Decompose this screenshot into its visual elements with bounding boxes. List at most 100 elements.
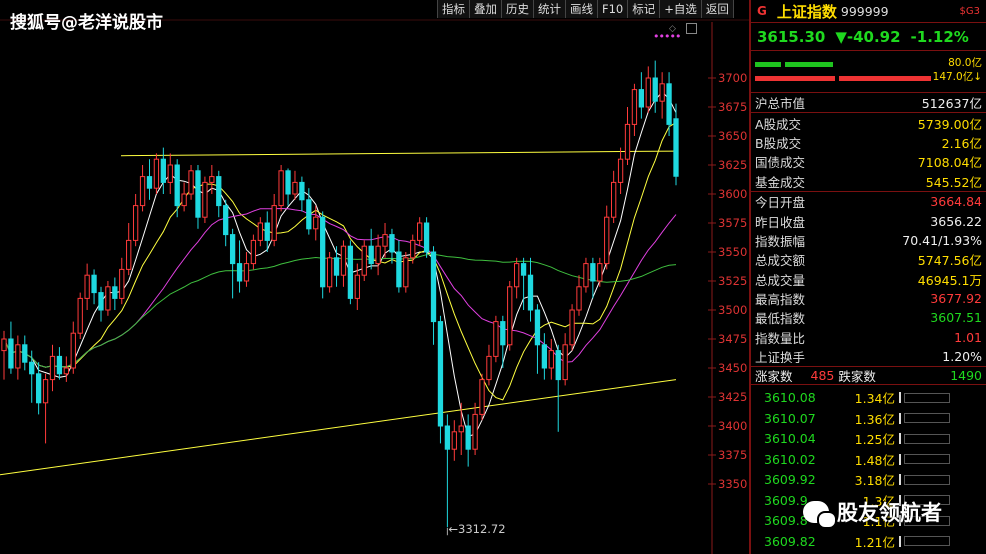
window-restore-icon[interactable] bbox=[686, 23, 697, 34]
candle-up bbox=[375, 245, 381, 265]
candle-up bbox=[15, 344, 21, 369]
candle-down bbox=[673, 118, 679, 177]
tick-row: 3610.02 1.48亿 bbox=[751, 449, 986, 470]
stat-label: 上证换手 bbox=[755, 350, 806, 366]
candle-up bbox=[119, 268, 125, 299]
wechat-icon bbox=[803, 501, 837, 529]
tick-volume-box bbox=[904, 392, 950, 403]
toolbar-back-button[interactable]: 返回 bbox=[700, 0, 734, 18]
candle-down bbox=[195, 170, 201, 218]
toolbar-stats-button[interactable]: 统计 bbox=[533, 0, 565, 18]
candle-up bbox=[63, 367, 69, 375]
outflow-label: 147.0亿↓ bbox=[932, 71, 982, 83]
toolbar-add-watchlist-button[interactable]: +自选 bbox=[659, 0, 701, 18]
stat-row: 最高指数 3677.92 bbox=[751, 289, 986, 308]
toolbar-indicator-button[interactable]: 指标 bbox=[437, 0, 469, 18]
candle-down bbox=[56, 355, 63, 375]
stat-value: 3656.22 bbox=[930, 213, 982, 229]
inflow-bar bbox=[755, 62, 781, 67]
candle-up bbox=[597, 263, 603, 282]
fund-flow-bars: 80.0亿 147.0亿↓ bbox=[751, 50, 986, 92]
candle-up bbox=[278, 170, 284, 207]
stat-value: 2.16亿 bbox=[941, 135, 982, 151]
tick-price: 3610.08 bbox=[764, 390, 816, 406]
stat-label: 最低指数 bbox=[755, 311, 806, 327]
candle-down bbox=[112, 286, 118, 299]
resistance-trendline bbox=[120, 150, 677, 157]
stat-row: 昨日收盘 3656.22 bbox=[751, 211, 986, 230]
toolbar-overlay-button[interactable]: 叠加 bbox=[469, 0, 501, 18]
candle-down bbox=[160, 158, 166, 183]
candle-up bbox=[84, 274, 90, 299]
stat-row: 沪总市值 512637亿 bbox=[751, 93, 986, 112]
candle-down bbox=[638, 89, 645, 108]
candle-down bbox=[666, 83, 672, 125]
candle-up bbox=[479, 379, 485, 415]
market-tag: $G3 bbox=[959, 5, 980, 17]
candle-down bbox=[320, 216, 326, 288]
candle-up bbox=[292, 181, 298, 195]
stat-label: 基金成交 bbox=[755, 174, 806, 190]
tick-volume-box bbox=[904, 433, 950, 444]
y-tick-label: 3600 bbox=[718, 187, 747, 201]
y-tick-label: 3400 bbox=[718, 419, 747, 433]
tick-volume-bar bbox=[899, 535, 901, 547]
candle-up bbox=[340, 245, 347, 276]
candle-up bbox=[659, 83, 665, 102]
stat-value: 70.41/1.93% bbox=[902, 232, 982, 248]
candle-down bbox=[652, 77, 658, 102]
toolbar-history-button[interactable]: 历史 bbox=[501, 0, 533, 18]
tick-price: 3609.92 bbox=[764, 472, 816, 488]
candle-up bbox=[576, 286, 582, 311]
candle-down bbox=[299, 181, 305, 201]
down-count-label: 跌家数 bbox=[838, 369, 876, 385]
stat-value: 5739.00亿 bbox=[917, 116, 982, 132]
candle-down bbox=[146, 176, 153, 189]
tick-price: 3609.82 bbox=[764, 533, 816, 549]
outflow-bar bbox=[755, 76, 835, 81]
candle-down bbox=[430, 251, 437, 323]
tick-volume: 1.21亿 bbox=[854, 534, 895, 550]
candle-up bbox=[361, 245, 367, 276]
candle-up bbox=[243, 263, 250, 282]
candle-up bbox=[1, 338, 7, 352]
stat-value: 5747.56亿 bbox=[917, 253, 982, 269]
index-code: 999999 bbox=[840, 3, 889, 19]
tick-volume-box bbox=[904, 413, 950, 424]
candle-down bbox=[229, 234, 236, 265]
candle-down bbox=[437, 321, 444, 427]
turnover-block: A股成交 5739.00亿 B股成交 2.16亿 国债成交 7108.04亿 基金成交 545… bbox=[751, 112, 986, 191]
toolbar-mark-button[interactable]: 标记 bbox=[627, 0, 660, 18]
toolbar-f10-button[interactable]: F10 bbox=[597, 0, 628, 18]
candle-up bbox=[105, 286, 111, 311]
support-trendline bbox=[0, 379, 677, 476]
tick-price: 3610.07 bbox=[764, 410, 816, 426]
kline-chart[interactable]: 3350 3375 3400 3425 3450 3475 3500 3525 3550 3575… bbox=[0, 0, 750, 554]
index-name: 上证指数 bbox=[776, 2, 837, 21]
candle-down bbox=[223, 205, 229, 236]
candle-down bbox=[35, 373, 42, 404]
candle-up bbox=[472, 413, 478, 450]
candle-up bbox=[167, 164, 173, 183]
tick-volume: 1.25亿 bbox=[854, 432, 895, 448]
event-dots-icon: ••••• bbox=[653, 30, 681, 43]
candle-up bbox=[507, 286, 513, 346]
candle-down bbox=[306, 199, 312, 230]
candle-down bbox=[527, 274, 534, 311]
candle-down bbox=[285, 170, 291, 195]
stat-row: 国债成交 7108.04亿 bbox=[751, 152, 986, 171]
candle-up bbox=[354, 274, 360, 299]
tick-volume: 1.48亿 bbox=[854, 452, 895, 468]
toolbar-draw-button[interactable]: 画线 bbox=[565, 0, 597, 18]
stat-row: 指数量比 1.01 bbox=[751, 328, 986, 347]
candle-down bbox=[22, 344, 28, 363]
candle-down bbox=[216, 176, 222, 207]
y-tick-label: 3550 bbox=[718, 245, 747, 259]
breadth-row: 涨家数 485 跌家数 1490 bbox=[751, 366, 986, 386]
candle-up bbox=[188, 170, 194, 195]
candle-down bbox=[500, 321, 506, 346]
candle-up bbox=[139, 176, 146, 207]
candle-up bbox=[403, 257, 409, 288]
candle-down bbox=[423, 222, 430, 253]
stat-label: 总成交量 bbox=[755, 272, 806, 288]
